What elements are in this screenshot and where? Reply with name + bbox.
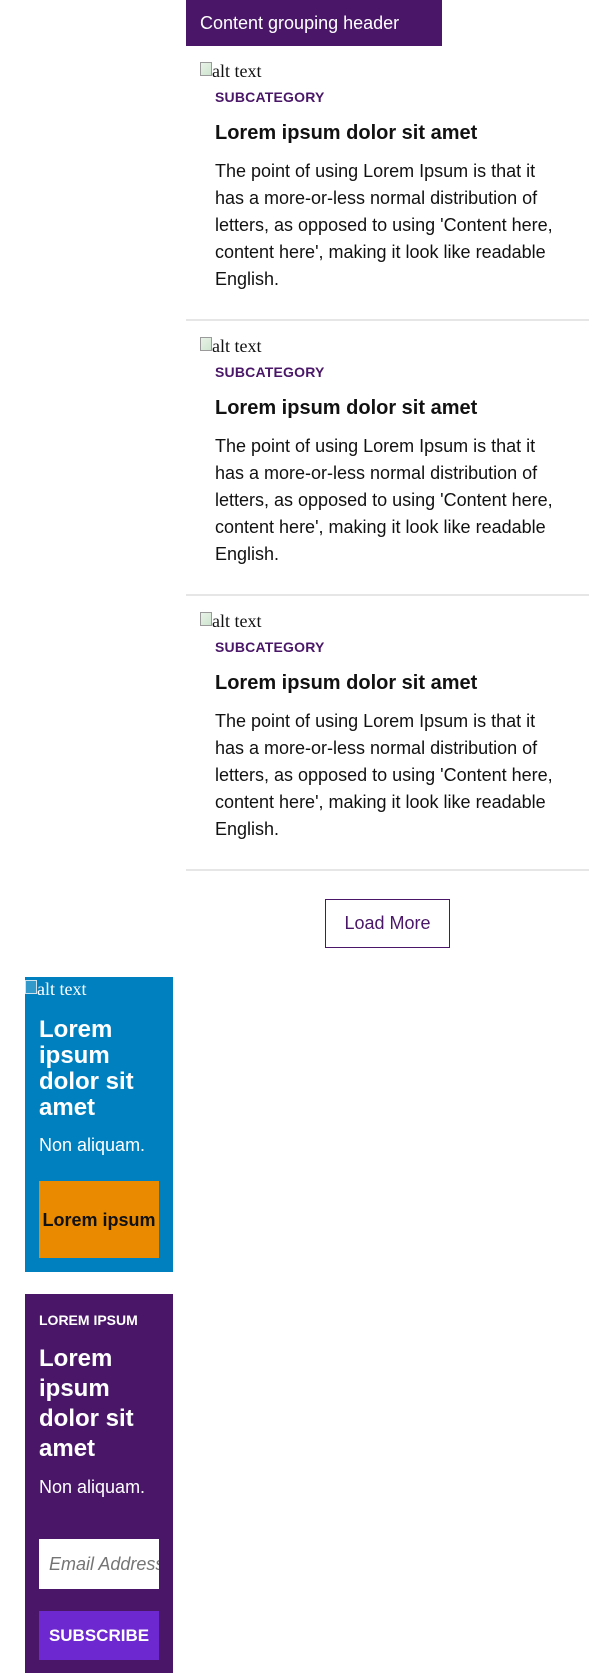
promo-image-alt: alt text (37, 979, 87, 999)
card-title[interactable]: Lorem ipsum dolor sit amet (215, 122, 477, 145)
card-image: alt text (200, 611, 261, 632)
card-subcategory[interactable]: SUBCATEGORY (215, 364, 325, 380)
newsletter-subtext: Non aliquam. (39, 1477, 146, 1497)
card-subcategory[interactable]: SUBCATEGORY (215, 89, 325, 105)
newsletter-headline: Lorem ipsum dolor sit amet (39, 1345, 134, 1462)
promo-headline: Lorem ipsum dolor sit amet (39, 1016, 134, 1121)
promo-cta-button[interactable]: Lorem ipsum (39, 1181, 159, 1258)
content-card[interactable]: alt text SUBCATEGORY Lorem ipsum dolor s… (186, 596, 589, 871)
subscribe-button[interactable]: SUBSCRIBE (39, 1611, 159, 1660)
card-body: The point of using Lorem Ipsum is that i… (215, 436, 553, 564)
promo-image: alt text (25, 979, 86, 1000)
content-grouping-header-title: Content grouping header (200, 13, 400, 33)
newsletter-signup: LOREM IPSUM Lorem ipsum dolor sit amet N… (25, 1294, 173, 1673)
broken-image-icon (200, 611, 212, 626)
newsletter-eyebrow: LOREM IPSUM (39, 1312, 138, 1328)
card-image: alt text (200, 336, 261, 357)
card-body: The point of using Lorem Ipsum is that i… (215, 711, 553, 839)
broken-image-icon (25, 979, 37, 994)
card-image: alt text (200, 61, 261, 82)
card-subcategory[interactable]: SUBCATEGORY (215, 639, 325, 655)
card-image-alt: alt text (212, 61, 262, 81)
broken-image-icon (200, 61, 212, 76)
broken-image-icon (200, 336, 212, 351)
card-title[interactable]: Lorem ipsum dolor sit amet (215, 672, 477, 695)
email-field[interactable] (39, 1539, 159, 1589)
load-more-button[interactable]: Load More (325, 899, 450, 948)
card-title[interactable]: Lorem ipsum dolor sit amet (215, 397, 477, 420)
content-card[interactable]: alt text SUBCATEGORY Lorem ipsum dolor s… (186, 321, 589, 596)
content-card[interactable]: alt text SUBCATEGORY Lorem ipsum dolor s… (186, 46, 589, 321)
card-body: The point of using Lorem Ipsum is that i… (215, 161, 553, 289)
card-image-alt: alt text (212, 336, 262, 356)
content-grouping-header: Content grouping header (186, 0, 442, 46)
promo-subtext: Non aliquam. (39, 1135, 146, 1155)
card-image-alt: alt text (212, 611, 262, 631)
promo-card-blue: alt text Lorem ipsum dolor sit amet Non … (25, 977, 173, 1272)
